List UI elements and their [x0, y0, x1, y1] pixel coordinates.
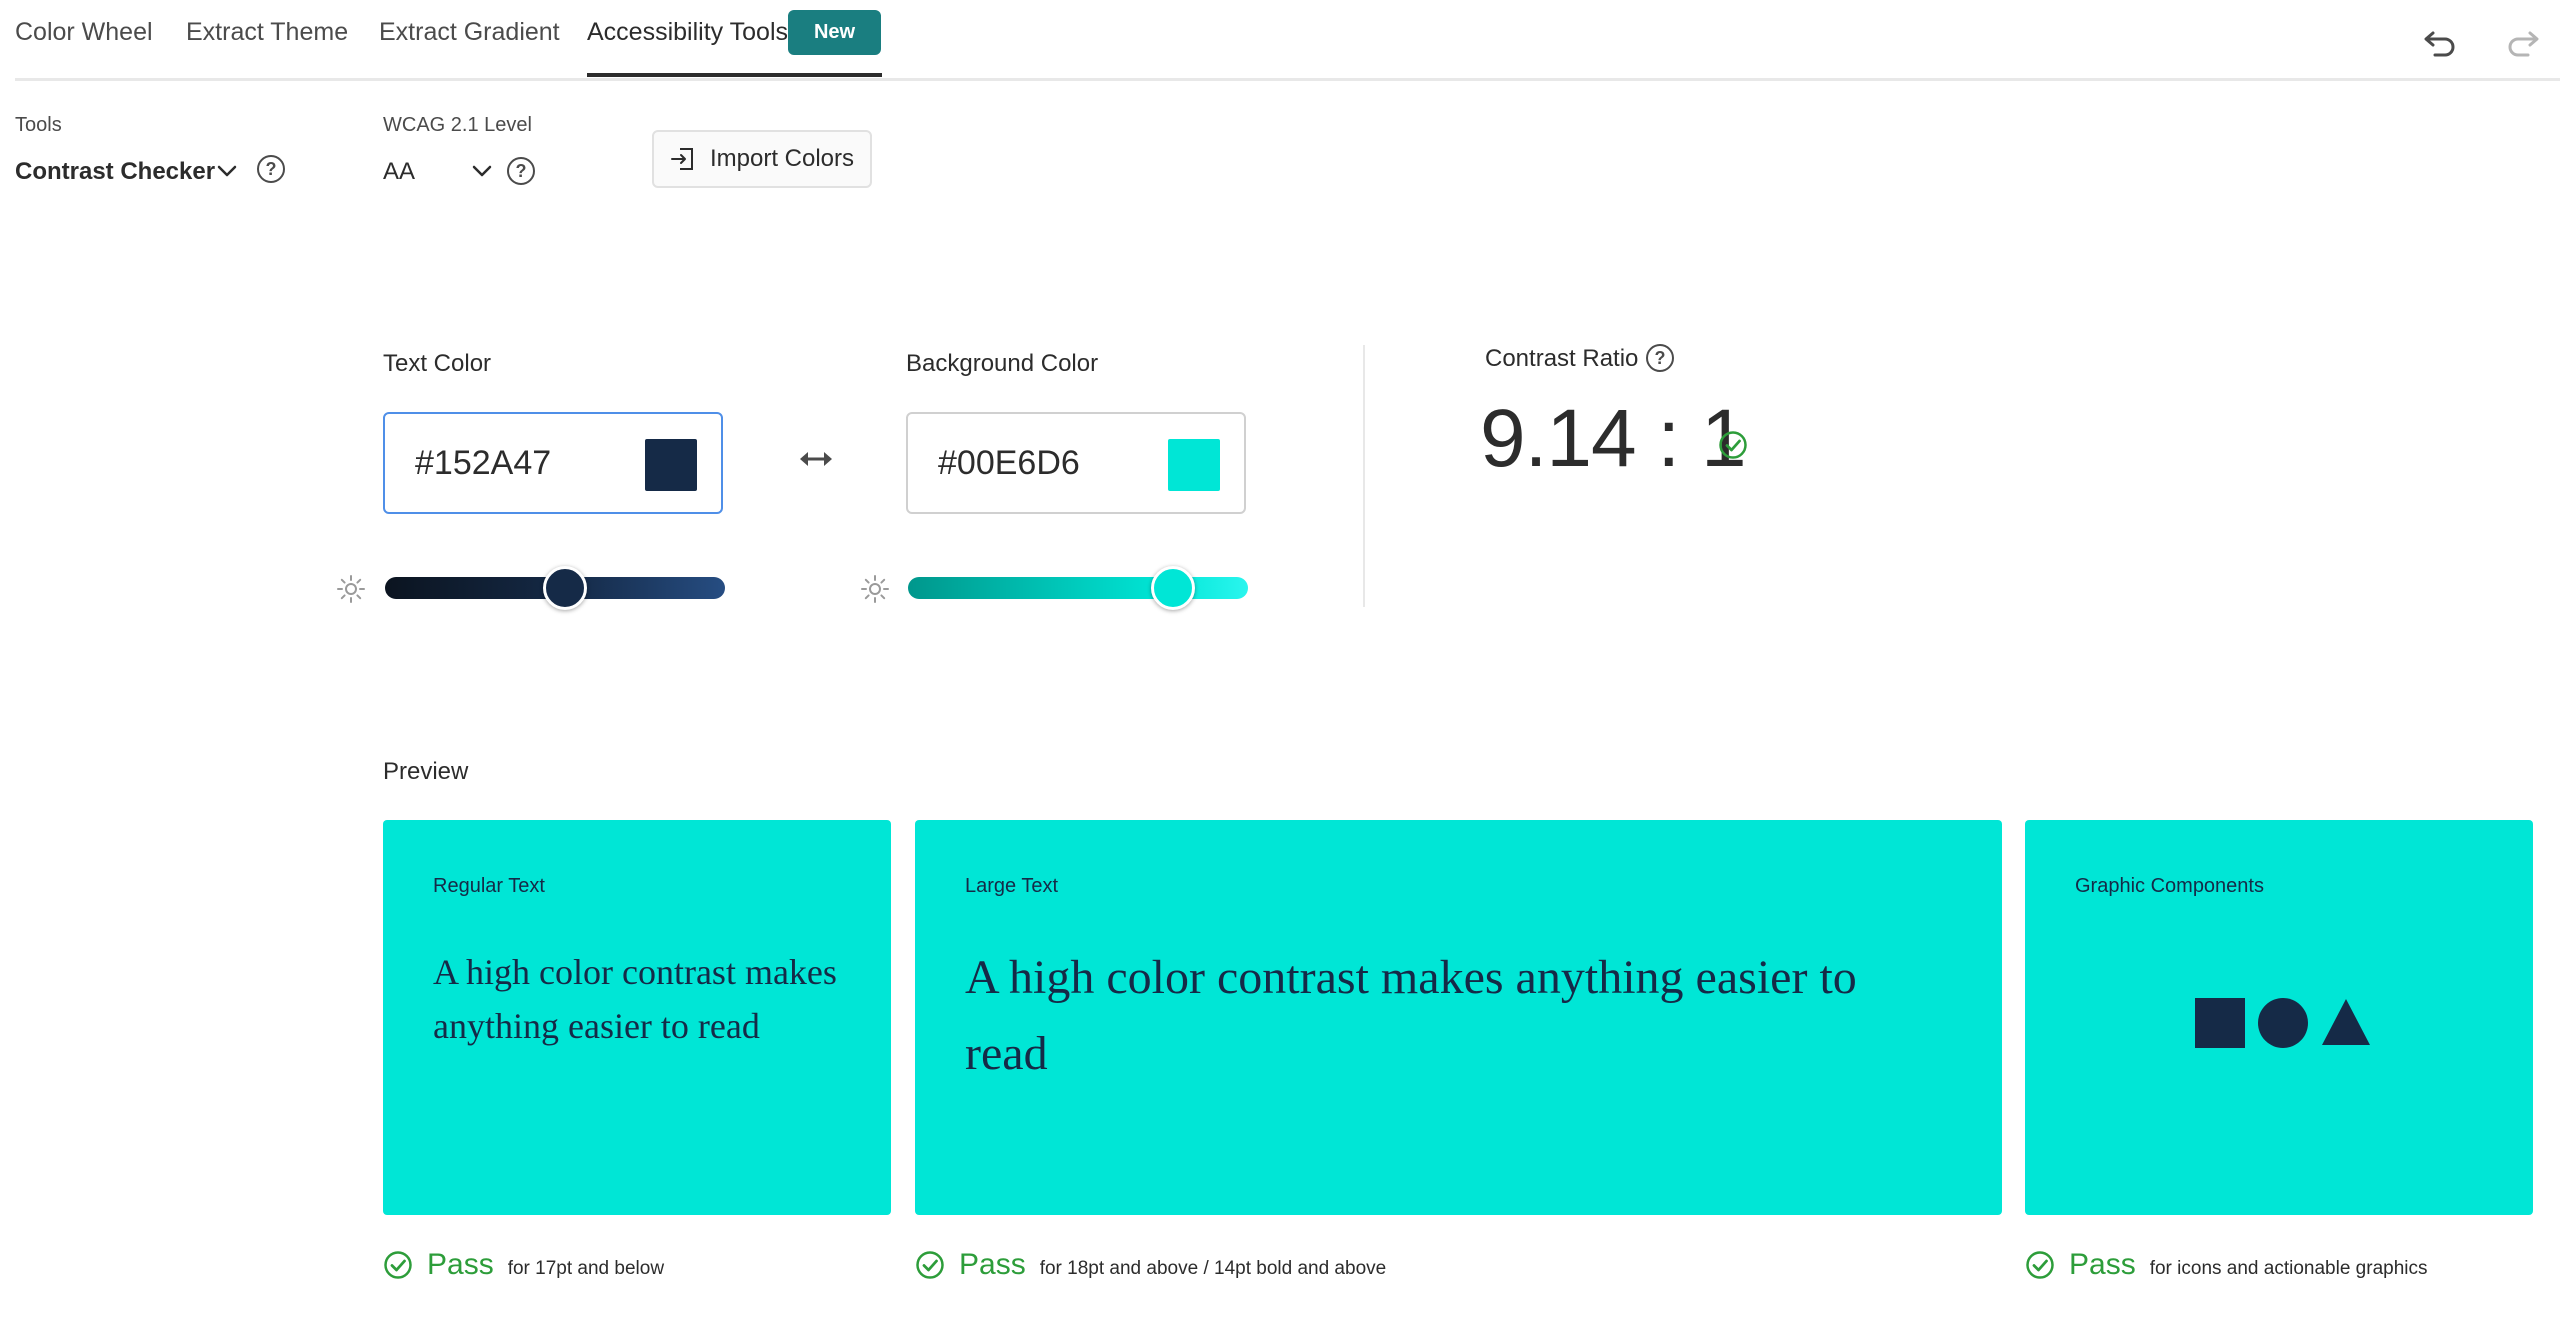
- tab-color-wheel[interactable]: Color Wheel: [15, 18, 153, 47]
- large-text-criteria: for 18pt and above / 14pt bold and above: [1039, 1258, 1387, 1279]
- brightness-icon: [860, 574, 890, 604]
- undo-icon[interactable]: [2420, 22, 2460, 62]
- regular-text-criteria: for 17pt and below: [507, 1258, 665, 1279]
- text-color-input[interactable]: #152A47: [383, 412, 723, 514]
- graphic-components-criteria: for icons and actionable graphics: [2149, 1258, 2428, 1279]
- regular-text-result: Pass for 17pt and below: [383, 1248, 664, 1282]
- circle-shape-icon: [2258, 998, 2308, 1048]
- tools-chevron-down-icon[interactable]: [216, 160, 238, 182]
- background-color-hex: #00E6D6: [938, 444, 1080, 482]
- pass-check-icon: [384, 1251, 412, 1279]
- large-text-pass: Pass: [959, 1248, 1026, 1281]
- import-colors-button[interactable]: Import Colors: [652, 130, 872, 188]
- graphic-components-card-title: Graphic Components: [2075, 875, 2264, 897]
- import-colors-label: Import Colors: [709, 145, 855, 172]
- text-color-hex: #152A47: [415, 444, 552, 482]
- large-text-card-title: Large Text: [965, 875, 1059, 897]
- wcag-label: WCAG 2.1 Level: [383, 114, 532, 136]
- tab-extract-theme[interactable]: Extract Theme: [186, 18, 348, 47]
- background-color-input[interactable]: #00E6D6: [906, 412, 1246, 514]
- swap-colors-icon[interactable]: [796, 444, 836, 474]
- regular-text-pass: Pass: [427, 1248, 494, 1281]
- pass-check-icon: [2026, 1251, 2054, 1279]
- redo-icon[interactable]: [2503, 22, 2543, 62]
- tab-extract-gradient[interactable]: Extract Gradient: [379, 18, 560, 47]
- regular-text-sample: A high color contrast makes anything eas…: [433, 952, 837, 1046]
- brightness-icon: [336, 574, 366, 604]
- ratio-check-icon: [1718, 430, 1748, 460]
- tab-accessibility-tools[interactable]: Accessibility Tools: [587, 18, 788, 47]
- contrast-ratio-label: Contrast Ratio: [1485, 345, 1639, 372]
- large-text-sample: A high color contrast makes anything eas…: [965, 951, 1857, 1080]
- section-divider: [1363, 345, 1365, 607]
- graphic-components-preview-card: Graphic Components: [2025, 820, 2533, 1215]
- background-brightness-slider-handle[interactable]: [1151, 566, 1196, 610]
- wcag-chevron-down-icon[interactable]: [471, 160, 493, 182]
- tools-help-icon[interactable]: ?: [257, 155, 285, 183]
- active-tab-indicator: [587, 73, 882, 77]
- contrast-ratio-help-icon[interactable]: ?: [1646, 344, 1674, 372]
- graphic-components-result: Pass for icons and actionable graphics: [2025, 1248, 2428, 1282]
- triangle-shape-icon: [2321, 998, 2371, 1046]
- background-brightness-slider[interactable]: [908, 577, 1248, 599]
- regular-text-card-title: Regular Text: [433, 875, 545, 897]
- graphic-components-pass: Pass: [2069, 1248, 2136, 1281]
- top-nav: Color Wheel Extract Theme Extract Gradie…: [15, 0, 2560, 81]
- tools-label: Tools: [15, 114, 62, 136]
- import-icon: [670, 148, 693, 170]
- preview-label: Preview: [383, 758, 469, 785]
- wcag-help-icon[interactable]: ?: [507, 157, 535, 185]
- tools-select[interactable]: Contrast Checker: [15, 158, 215, 186]
- large-text-preview-card: Large Text A high color contrast makes a…: [915, 820, 2002, 1215]
- text-color-swatch[interactable]: [645, 439, 697, 491]
- text-brightness-slider-handle[interactable]: [543, 566, 588, 610]
- wcag-level-select[interactable]: AA: [383, 158, 415, 186]
- large-text-result: Pass for 18pt and above / 14pt bold and …: [915, 1248, 1386, 1282]
- pass-check-icon: [916, 1251, 944, 1279]
- background-color-label: Background Color: [906, 350, 1099, 377]
- new-badge: New: [788, 10, 881, 55]
- text-color-label: Text Color: [383, 350, 492, 377]
- square-shape-icon: [2195, 998, 2245, 1048]
- background-color-swatch[interactable]: [1168, 439, 1220, 491]
- regular-text-preview-card: Regular Text A high color contrast makes…: [383, 820, 891, 1215]
- contrast-ratio-value: 9.14 : 1: [1480, 393, 1747, 484]
